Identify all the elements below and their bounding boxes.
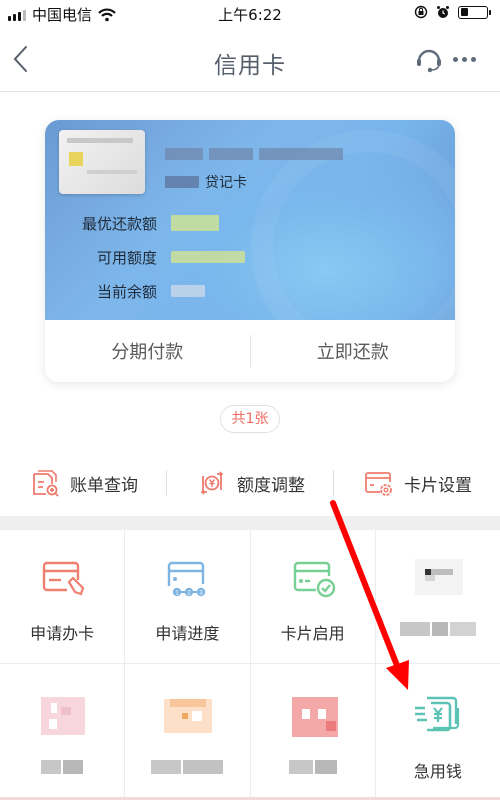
service-label: 卡片启用	[280, 624, 345, 643]
card-type-label: 贷记卡	[205, 175, 247, 191]
quick-label: 卡片设置	[404, 475, 472, 496]
card-count-badge: 共1张	[220, 405, 280, 433]
card-row-best-repay: 最优还款额	[45, 206, 455, 240]
card-row-available-limit: 可用额度	[45, 240, 455, 274]
blurred-label	[399, 622, 476, 636]
blurred-icon	[288, 693, 338, 739]
services-grid: 申请办卡 1 2 3 申请进度 卡片启用 急用钱	[0, 530, 500, 800]
card-row-current-balance: 当前余额	[45, 274, 455, 308]
blurred-icon	[413, 555, 463, 601]
card-type: 贷记卡	[165, 172, 247, 192]
apply-progress-icon: 1 2 3	[168, 561, 206, 597]
status-right	[414, 5, 491, 19]
section-divider	[0, 516, 500, 530]
service-apply-card[interactable]: 申请办卡	[0, 530, 125, 663]
service-blurred[interactable]	[125, 664, 250, 800]
installment-button[interactable]: 分期付款	[45, 338, 250, 364]
alarm-icon	[437, 6, 449, 18]
credit-card-panel: 贷记卡 最优还款额 可用额度 当前余额 分期付款 立即还款	[45, 120, 455, 382]
headset-icon[interactable]	[414, 44, 444, 74]
service-label: 申请办卡	[30, 624, 95, 643]
card-activate-icon	[293, 561, 335, 598]
repay-now-button[interactable]: 立即还款	[251, 338, 456, 364]
credit-card-face[interactable]: 贷记卡 最优还款额 可用额度 当前余额	[45, 120, 455, 364]
battery-icon	[458, 5, 491, 19]
card-row-label: 最优还款额	[81, 214, 157, 233]
cash-icon	[414, 696, 459, 732]
service-blurred[interactable]	[250, 664, 375, 800]
service-blurred[interactable]	[375, 530, 500, 663]
quick-limit-adjust[interactable]: 额度调整	[167, 466, 333, 500]
more-button[interactable]	[453, 52, 483, 66]
service-label: 申请进度	[155, 624, 220, 643]
card-row-label: 可用额度	[96, 248, 157, 267]
bill-search-icon	[33, 470, 59, 497]
quick-actions: 账单查询 额度调整 卡片设置	[0, 460, 500, 506]
service-blurred[interactable]	[0, 664, 125, 800]
more-dot-icon	[462, 56, 467, 62]
battery-level	[460, 8, 468, 16]
blurred-text	[165, 148, 203, 160]
quick-label: 账单查询	[70, 475, 138, 496]
card-thumbnail	[59, 130, 145, 194]
limit-adjust-icon	[200, 471, 224, 495]
blurred-text	[209, 148, 253, 160]
card-info-rows: 最优还款额 可用额度 当前余额	[45, 206, 455, 308]
blurred-text	[165, 176, 199, 188]
more-dot-icon	[471, 56, 476, 62]
blurred-text	[259, 148, 343, 160]
card-row-value-blurred	[171, 285, 205, 297]
blurred-label	[151, 760, 224, 774]
blurred-icon	[162, 693, 213, 739]
card-settings-icon	[365, 472, 392, 496]
quick-bill-query[interactable]: 账单查询	[0, 466, 166, 500]
card-row-value-blurred	[171, 251, 245, 263]
card-row-value-blurred	[171, 215, 219, 231]
service-apply-progress[interactable]: 1 2 3 申请进度	[125, 530, 250, 663]
rotation-lock-icon	[414, 5, 428, 19]
service-emergency-cash[interactable]: 急用钱	[375, 664, 500, 800]
blurred-label	[288, 760, 337, 774]
card-thumb-stripe	[87, 170, 137, 174]
card-thumb-stripe	[67, 138, 133, 143]
blurred-icon	[37, 693, 87, 739]
card-number-blurred	[165, 148, 343, 160]
card-row-label: 当前余额	[96, 282, 157, 301]
quick-label: 额度调整	[237, 475, 305, 496]
nav-bar: 信用卡	[0, 28, 500, 92]
card-actions: 分期付款 立即还款	[45, 320, 455, 382]
more-dot-icon	[453, 56, 458, 62]
service-label: 急用钱	[413, 762, 462, 781]
card-chip-icon	[69, 152, 83, 166]
status-bar: 中国电信 上午6:22	[0, 0, 500, 28]
quick-card-settings[interactable]: 卡片设置	[334, 466, 500, 500]
service-card-activate[interactable]: 卡片启用	[250, 530, 375, 663]
card-apply-icon	[42, 561, 85, 596]
blurred-label	[41, 760, 84, 774]
